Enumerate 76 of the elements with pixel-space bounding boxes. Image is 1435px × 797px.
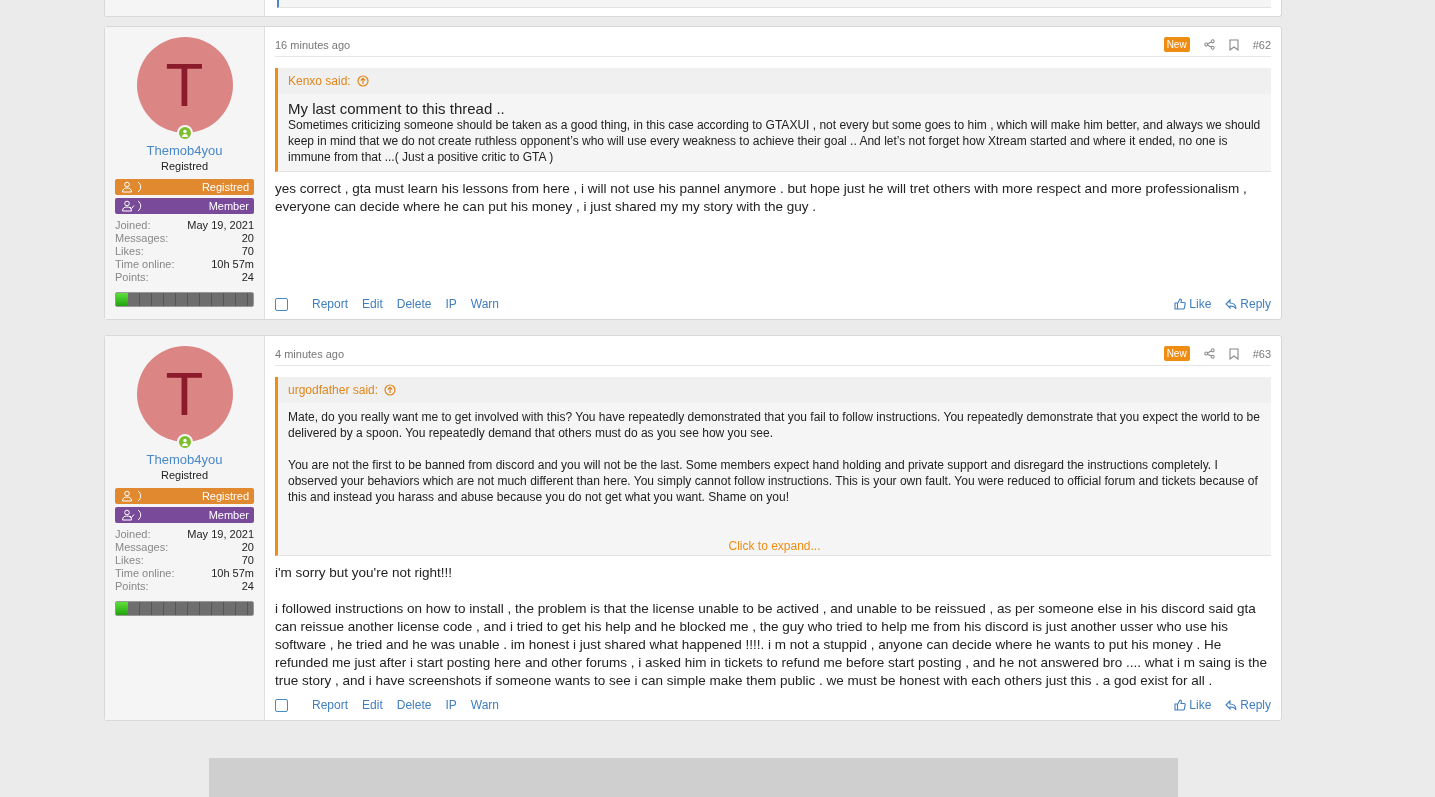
stat-label: Points:: [115, 580, 150, 592]
action-link[interactable]: Delete: [396, 698, 432, 712]
stat-label: Joined:: [115, 219, 152, 231]
action-link[interactable]: Report: [312, 297, 349, 311]
arrow-up-icon[interactable]: [356, 75, 369, 87]
bookmark-icon[interactable]: [1228, 38, 1239, 51]
quote-text: Sometimes criticizing someone should be taken as a good thing, in this case according to GTAXUI , not every but some goes to him , which will make him better, and always we should keep in mind that we do not create ruthless opponent’s who will use every weakness to achieve their goal .. And let’s not forget how Xtream started and where it ended, no one is immune from that ...( Just a positive critic to GTA ): [288, 117, 1261, 165]
stat-value: 24: [240, 580, 254, 592]
action-link[interactable]: Edit: [362, 297, 383, 311]
user-icon: [121, 181, 143, 193]
stat-value: May 19, 2021: [186, 528, 254, 540]
stat-label: Time online:: [115, 567, 176, 579]
arrow-up-icon[interactable]: [384, 384, 397, 396]
username[interactable]: Themob4you: [146, 143, 223, 158]
user-banner: Registred: [115, 179, 254, 195]
bookmark-icon[interactable]: [1228, 347, 1239, 360]
post-time[interactable]: 16 minutes ago: [275, 38, 351, 51]
user-banner: Registred: [115, 488, 254, 504]
stat-value: 24: [240, 271, 254, 283]
new-label: New: [1163, 346, 1190, 361]
action-link[interactable]: Warn: [470, 698, 499, 712]
stat-label: Points:: [115, 271, 150, 283]
quote-author[interactable]: Kenxo said:: [288, 74, 351, 88]
user-title: Registred: [160, 469, 209, 481]
quote-text: Mate, do you really want me to get involved with this? You have repeatedly demonstrated that you fail to follow instructions. You repeatedly demonstrate that you expect the world to be delivered by a spoon. You repeatedly demand that others must do as you see how you see.: [288, 409, 1261, 441]
expand-link[interactable]: Click to expand...: [728, 539, 821, 553]
username[interactable]: Themob4you: [146, 452, 223, 467]
thumbs-up-icon: [1174, 298, 1187, 310]
quote-heading: My last comment to this thread ..: [288, 100, 506, 117]
post-number[interactable]: #62: [1252, 38, 1271, 51]
reply-icon: [1225, 699, 1238, 711]
stat-value: May 19, 2021: [186, 219, 254, 231]
stat-label: Messages:: [115, 541, 170, 553]
stat-label: Likes:: [115, 245, 145, 257]
avatar[interactable]: T: [136, 346, 233, 442]
reply-link[interactable]: Reply: [1225, 698, 1271, 712]
action-link[interactable]: Edit: [362, 698, 383, 712]
post-time[interactable]: 4 minutes ago: [275, 347, 345, 360]
action-link[interactable]: IP: [445, 297, 457, 311]
stat-value: 70: [240, 245, 254, 257]
stat-value: 20: [240, 232, 254, 244]
stat-label: Time online:: [115, 258, 176, 270]
user-title: Registred: [160, 160, 209, 172]
post-text: yes correct , gta must learn his lessons from here , i will not use his pannel anymore . but hope just he will tret others with more respect and more professionalism , everyone can decide where he can put his money , i just shared my my story with the guy .: [275, 180, 1248, 216]
reply-link[interactable]: Reply: [1225, 297, 1271, 311]
post-text: i'm sorry but you're not right!!!: [275, 564, 453, 582]
quote-text: You are not the first to be banned from discord and you will not be the last. Some members expect hand holding and private support and disregard the instructions completely. I observed your behaviors which are not much different than here. You simply cannot follow instructions. This is your own fault. You were reduced to official forum and tickets because of this and instead you harass and abuse because you do not get what you want. Shame on you!: [288, 457, 1259, 505]
share-icon[interactable]: [1203, 39, 1215, 50]
action-link[interactable]: Warn: [470, 297, 499, 311]
stat-value: 70: [240, 554, 254, 566]
stat-value: 10h 57m: [210, 567, 254, 579]
like-link[interactable]: Like: [1174, 297, 1212, 311]
user-banner: Member: [115, 198, 254, 214]
user-icon: [121, 490, 143, 502]
user-banner: Member: [115, 507, 254, 523]
share-icon[interactable]: [1203, 348, 1215, 359]
stat-label: Likes:: [115, 554, 145, 566]
user-check-icon: [121, 509, 143, 521]
select-checkbox[interactable]: [275, 297, 288, 311]
post-number[interactable]: #63: [1252, 347, 1271, 360]
reply-icon: [1225, 298, 1238, 310]
action-link[interactable]: IP: [445, 698, 457, 712]
new-label: New: [1163, 37, 1190, 52]
post-text: i followed instructions on how to install , the problem is that the license unable to be actived , and unable to be reissued , as per someone else in his discord said gta can reissue another license code , and i tried to get his help and he blocked me , the guy who tried to help me from his discord is just another usser who use his software , he tried and he was unable . im honest i just shared what happened !!!!. i m not a stuppid , anyone can decide where he wants to put his money . He refunded me just after i start posting here and other forums , i asked him in tickets to refund me before start posting , and he not answered bro .... what i m saing is the true story , and i have screenshots if someone wants to see i can simple make them public . we must be honest with each others just this . a god exist for all .: [275, 600, 1268, 690]
select-checkbox[interactable]: [275, 698, 288, 712]
stat-label: Messages:: [115, 232, 170, 244]
quote-author[interactable]: urgodfather said:: [288, 383, 379, 397]
stat-label: Joined:: [115, 528, 152, 540]
user-check-icon: [121, 200, 143, 212]
action-link[interactable]: Report: [312, 698, 349, 712]
thumbs-up-icon: [1174, 699, 1187, 711]
avatar[interactable]: T: [136, 37, 233, 133]
action-link[interactable]: Delete: [396, 297, 432, 311]
like-link[interactable]: Like: [1174, 698, 1212, 712]
stat-value: 10h 57m: [210, 258, 254, 270]
stat-value: 20: [240, 541, 254, 553]
